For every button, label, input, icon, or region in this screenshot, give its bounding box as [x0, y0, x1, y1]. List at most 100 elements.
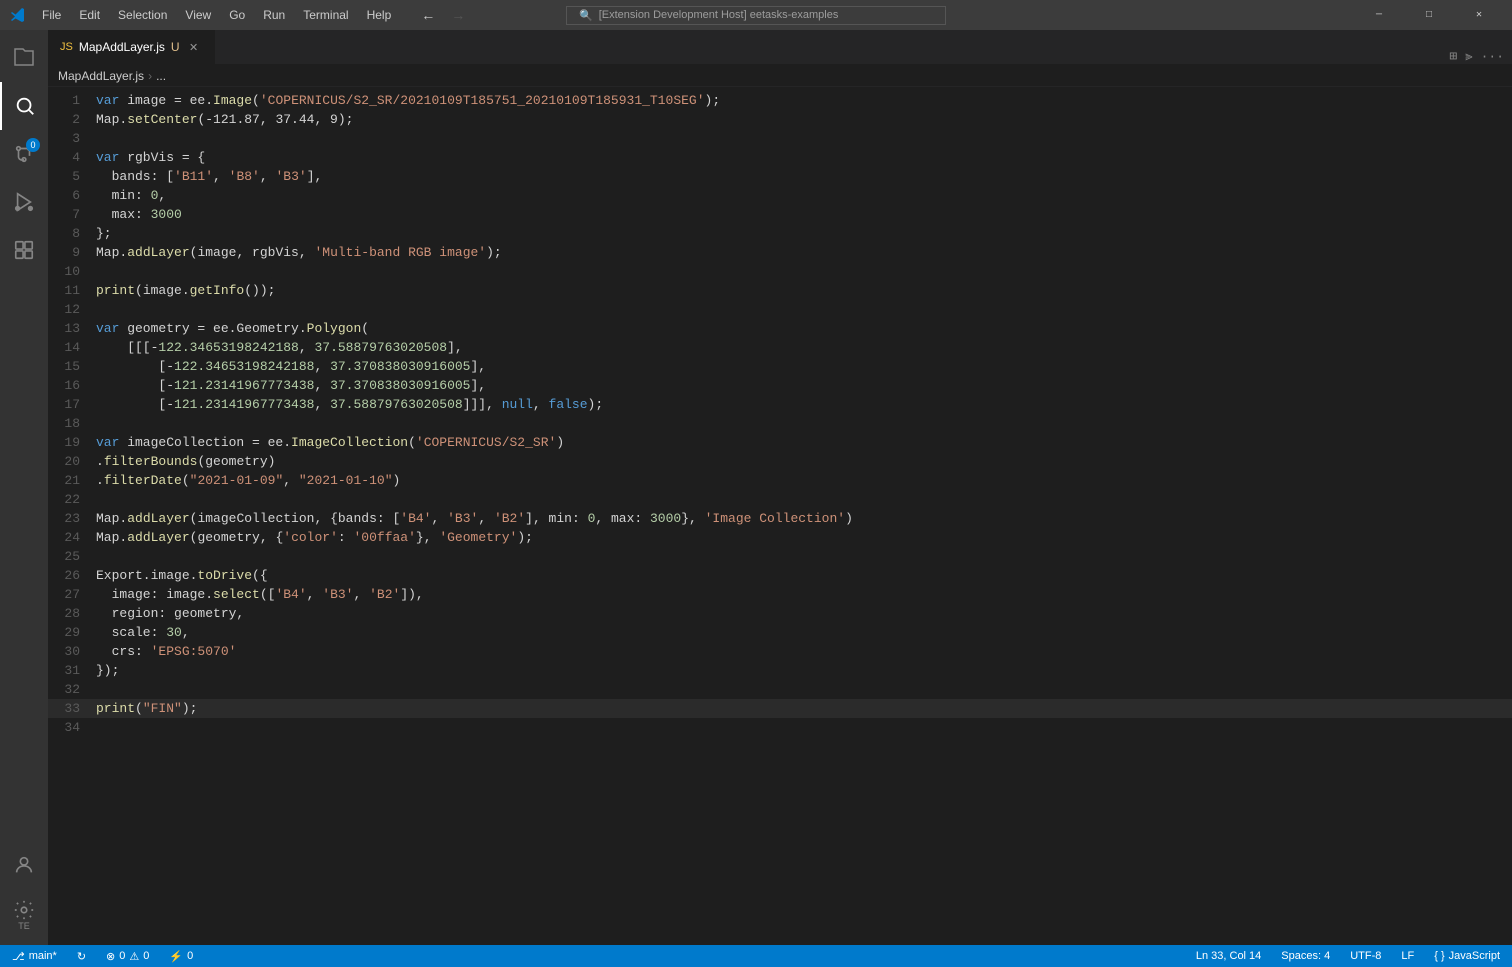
sync-icon: ↻ — [77, 950, 86, 963]
spaces-label: Spaces: 4 — [1281, 950, 1330, 962]
code-line-30: 30 crs: 'EPSG:5070' — [48, 642, 1512, 661]
breadcrumb-more[interactable]: ... — [156, 69, 166, 83]
code-editor[interactable]: 1 var image = ee.Image('COPERNICUS/S2_SR… — [48, 87, 1512, 945]
status-right: Ln 33, Col 14 Spaces: 4 UTF-8 LF { } Jav… — [1192, 950, 1504, 962]
editor-tab[interactable]: JS MapAddLayer.js U ✕ — [48, 30, 215, 64]
code-line-24: 24 Map.addLayer(geometry, {'color': '00f… — [48, 528, 1512, 547]
status-spaces[interactable]: Spaces: 4 — [1277, 950, 1334, 962]
code-line-13: 13 var geometry = ee.Geometry.Polygon( — [48, 319, 1512, 338]
code-line-15: 15 [-122.34653198242188, 37.370838030916… — [48, 357, 1512, 376]
title-bar-center: 🔍 [Extension Development Host] eetasks-e… — [507, 6, 1004, 25]
status-encoding[interactable]: UTF-8 — [1346, 950, 1385, 962]
ports-icon: ⚡ — [169, 950, 183, 963]
menu-edit[interactable]: Edit — [71, 6, 108, 24]
menu-help[interactable]: Help — [359, 6, 400, 24]
editor-top-actions: ⊞ ⫸ ··· — [1441, 49, 1512, 64]
code-line-28: 28 region: geometry, — [48, 604, 1512, 623]
nav-forward-button[interactable]: → — [445, 5, 471, 25]
activity-bar: 0 T — [0, 30, 48, 945]
menu-run[interactable]: Run — [255, 6, 293, 24]
menu-selection[interactable]: Selection — [110, 6, 175, 24]
status-ports[interactable]: ⚡ 0 — [165, 950, 197, 963]
warning-icon: ⚠ — [129, 950, 139, 963]
activity-accounts[interactable] — [0, 841, 48, 889]
vscode-app-icon — [10, 7, 26, 23]
activity-extensions[interactable] — [0, 226, 48, 274]
code-line-26: 26 Export.image.toDrive({ — [48, 566, 1512, 585]
cursor-position: Ln 33, Col 14 — [1196, 950, 1261, 962]
code-line-33: 33 print("FIN"); — [48, 699, 1512, 718]
code-line-20: 20 .filterBounds(geometry) — [48, 452, 1512, 471]
language-label: { } — [1434, 950, 1444, 962]
encoding-label: UTF-8 — [1350, 950, 1381, 962]
code-line-19: 19 var imageCollection = ee.ImageCollect… — [48, 433, 1512, 452]
menu-bar: File Edit Selection View Go Run Terminal… — [34, 6, 399, 24]
title-bar: File Edit Selection View Go Run Terminal… — [0, 0, 1512, 30]
language-name: JavaScript — [1449, 950, 1500, 962]
code-line-22: 22 — [48, 490, 1512, 509]
code-line-31: 31 }); — [48, 661, 1512, 680]
more-actions-icon[interactable]: ··· — [1481, 49, 1504, 64]
warning-count: 0 — [143, 950, 149, 962]
maximize-button[interactable]: □ — [1406, 0, 1452, 30]
menu-file[interactable]: File — [34, 6, 69, 24]
branch-name: main* — [29, 950, 57, 962]
menu-go[interactable]: Go — [221, 6, 253, 24]
ports-count: 0 — [187, 950, 193, 962]
activity-search[interactable] — [0, 82, 48, 130]
tab-close-button[interactable]: ✕ — [186, 39, 202, 55]
status-position[interactable]: Ln 33, Col 14 — [1192, 950, 1265, 962]
branch-icon: ⎇ — [12, 950, 25, 963]
tab-file-icon: JS — [60, 41, 73, 53]
status-sync[interactable]: ↻ — [73, 950, 90, 963]
menu-terminal[interactable]: Terminal — [295, 6, 356, 24]
editor-layout-icon[interactable]: ⊞ — [1449, 49, 1457, 64]
code-line-29: 29 scale: 30, — [48, 623, 1512, 642]
activity-source-control[interactable]: 0 — [0, 130, 48, 178]
search-text: [Extension Development Host] eetasks-exa… — [599, 9, 839, 21]
code-line-17: 17 [-121.23141967773438, 37.588797630205… — [48, 395, 1512, 414]
status-bar: ⎇ main* ↻ ⊗ 0 ⚠ 0 ⚡ 0 Ln 33, Col 14 Spac… — [0, 945, 1512, 967]
code-line-9: 9 Map.addLayer(image, rgbVis, 'Multi-ban… — [48, 243, 1512, 262]
error-icon: ⊗ — [106, 950, 115, 963]
error-count: 0 — [119, 950, 125, 962]
minimize-button[interactable]: ─ — [1356, 0, 1402, 30]
main-layout: 0 T — [0, 30, 1512, 945]
code-content: 1 var image = ee.Image('COPERNICUS/S2_SR… — [48, 87, 1512, 741]
activity-run-debug[interactable] — [0, 178, 48, 226]
code-line-11: 11 print(image.getInfo()); — [48, 281, 1512, 300]
breadcrumb-file[interactable]: MapAddLayer.js — [58, 69, 144, 83]
status-language[interactable]: { } JavaScript — [1430, 950, 1504, 962]
code-line-4: 4 var rgbVis = { — [48, 148, 1512, 167]
breadcrumb-separator: › — [148, 69, 152, 83]
code-line-8: 8 }; — [48, 224, 1512, 243]
menu-view[interactable]: View — [177, 6, 219, 24]
code-line-14: 14 [[[-122.34653198242188, 37.5887976302… — [48, 338, 1512, 357]
line-ending-label: LF — [1401, 950, 1414, 962]
code-line-3: 3 — [48, 129, 1512, 148]
code-line-25: 25 — [48, 547, 1512, 566]
code-line-21: 21 .filterDate("2021-01-09", "2021-01-10… — [48, 471, 1512, 490]
code-line-6: 6 min: 0, — [48, 186, 1512, 205]
code-line-32: 32 — [48, 680, 1512, 699]
status-line-ending[interactable]: LF — [1397, 950, 1418, 962]
global-search-bar[interactable]: 🔍 [Extension Development Host] eetasks-e… — [566, 6, 946, 25]
breadcrumb: MapAddLayer.js › ... — [48, 65, 1512, 87]
status-errors[interactable]: ⊗ 0 ⚠ 0 — [102, 950, 153, 963]
code-line-5: 5 bands: ['B11', 'B8', 'B3'], — [48, 167, 1512, 186]
code-line-10: 10 — [48, 262, 1512, 281]
activity-explorer[interactable] — [0, 34, 48, 82]
activity-settings[interactable]: TE — [0, 889, 48, 941]
nav-back-button[interactable]: ← — [415, 5, 441, 25]
code-line-12: 12 — [48, 300, 1512, 319]
code-line-16: 16 [-121.23141967773438, 37.370838030916… — [48, 376, 1512, 395]
close-button[interactable]: ✕ — [1456, 0, 1502, 30]
tab-modified-indicator: U — [171, 40, 180, 54]
code-line-34: 34 — [48, 718, 1512, 737]
tab-bar: JS MapAddLayer.js U ✕ ⊞ ⫸ ··· — [48, 30, 1512, 65]
status-branch[interactable]: ⎇ main* — [8, 950, 61, 963]
split-editor-icon[interactable]: ⫸ — [1465, 49, 1472, 64]
code-line-18: 18 — [48, 414, 1512, 433]
editor-area: JS MapAddLayer.js U ✕ ⊞ ⫸ ··· MapAddLaye… — [48, 30, 1512, 945]
title-bar-left: File Edit Selection View Go Run Terminal… — [10, 5, 507, 25]
